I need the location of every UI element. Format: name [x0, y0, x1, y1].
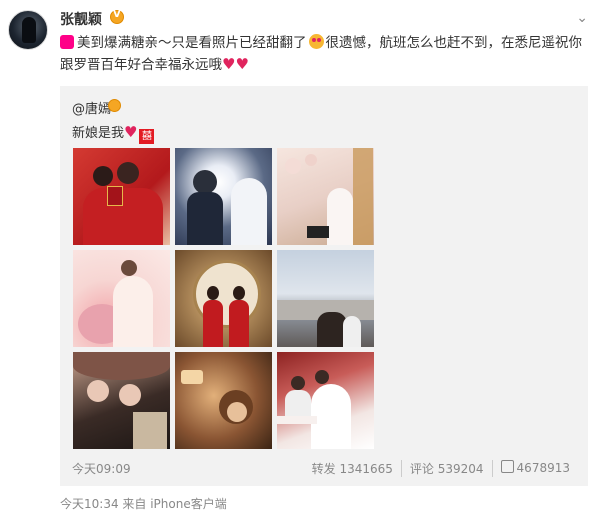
repost-timestamp[interactable]: 今天09:09	[72, 460, 131, 477]
verified-badge-icon	[108, 99, 121, 112]
double-happiness-icon: 囍	[139, 129, 155, 144]
candy-emoji-icon	[60, 35, 74, 49]
photo-thumbnail[interactable]	[73, 148, 170, 245]
photo-grid	[73, 148, 374, 449]
repost-count[interactable]: 转发 1341665	[304, 460, 401, 477]
post-text: 美到爆满糖亲～只是看照片已经甜翻了 很遗憾，航班怎么也赶不到，在悉尼遥祝你跟罗晋百…	[60, 33, 590, 76]
photo-thumbnail[interactable]	[175, 352, 272, 449]
repost-text: 新娘是我♥ 囍	[72, 122, 155, 144]
post-text-part1: 美到爆满糖亲～只是看照片已经甜翻了	[77, 35, 307, 51]
heart-eyes-emoji-icon	[308, 34, 324, 49]
username[interactable]: 张靓颖	[60, 9, 102, 29]
photo-thumbnail[interactable]	[277, 352, 374, 449]
avatar[interactable]	[8, 10, 48, 50]
photo-thumbnail[interactable]	[175, 148, 272, 245]
chevron-down-icon[interactable]: ⌄	[576, 10, 588, 26]
like-count: 4678913	[516, 461, 570, 475]
photo-thumbnail[interactable]	[277, 148, 374, 245]
repost-text-label: 新娘是我	[72, 126, 125, 141]
heart-icon: ♥	[235, 55, 249, 73]
comment-count[interactable]: 评论 539204	[400, 460, 492, 477]
post-footer[interactable]: 今天10:34 来自 iPhone客户端	[60, 495, 227, 512]
repost-author[interactable]: @唐嫣	[72, 98, 111, 117]
heart-icon: ♥	[124, 123, 138, 141]
photo-thumbnail[interactable]	[73, 352, 170, 449]
repost-card: @唐嫣 新娘是我♥ 囍 今天09:09 转发 1341665 评论 539204…	[60, 86, 588, 486]
photo-thumbnail[interactable]	[175, 250, 272, 347]
photo-thumbnail[interactable]	[73, 250, 170, 347]
photo-thumbnail[interactable]	[277, 250, 374, 347]
heart-icon: ♥	[222, 55, 236, 73]
thumbs-up-icon	[500, 460, 514, 473]
verified-badge-icon	[110, 9, 124, 24]
repost-stats: 转发 1341665 评论 539204 4678913	[304, 460, 578, 477]
like-button[interactable]: 4678913	[491, 460, 578, 477]
